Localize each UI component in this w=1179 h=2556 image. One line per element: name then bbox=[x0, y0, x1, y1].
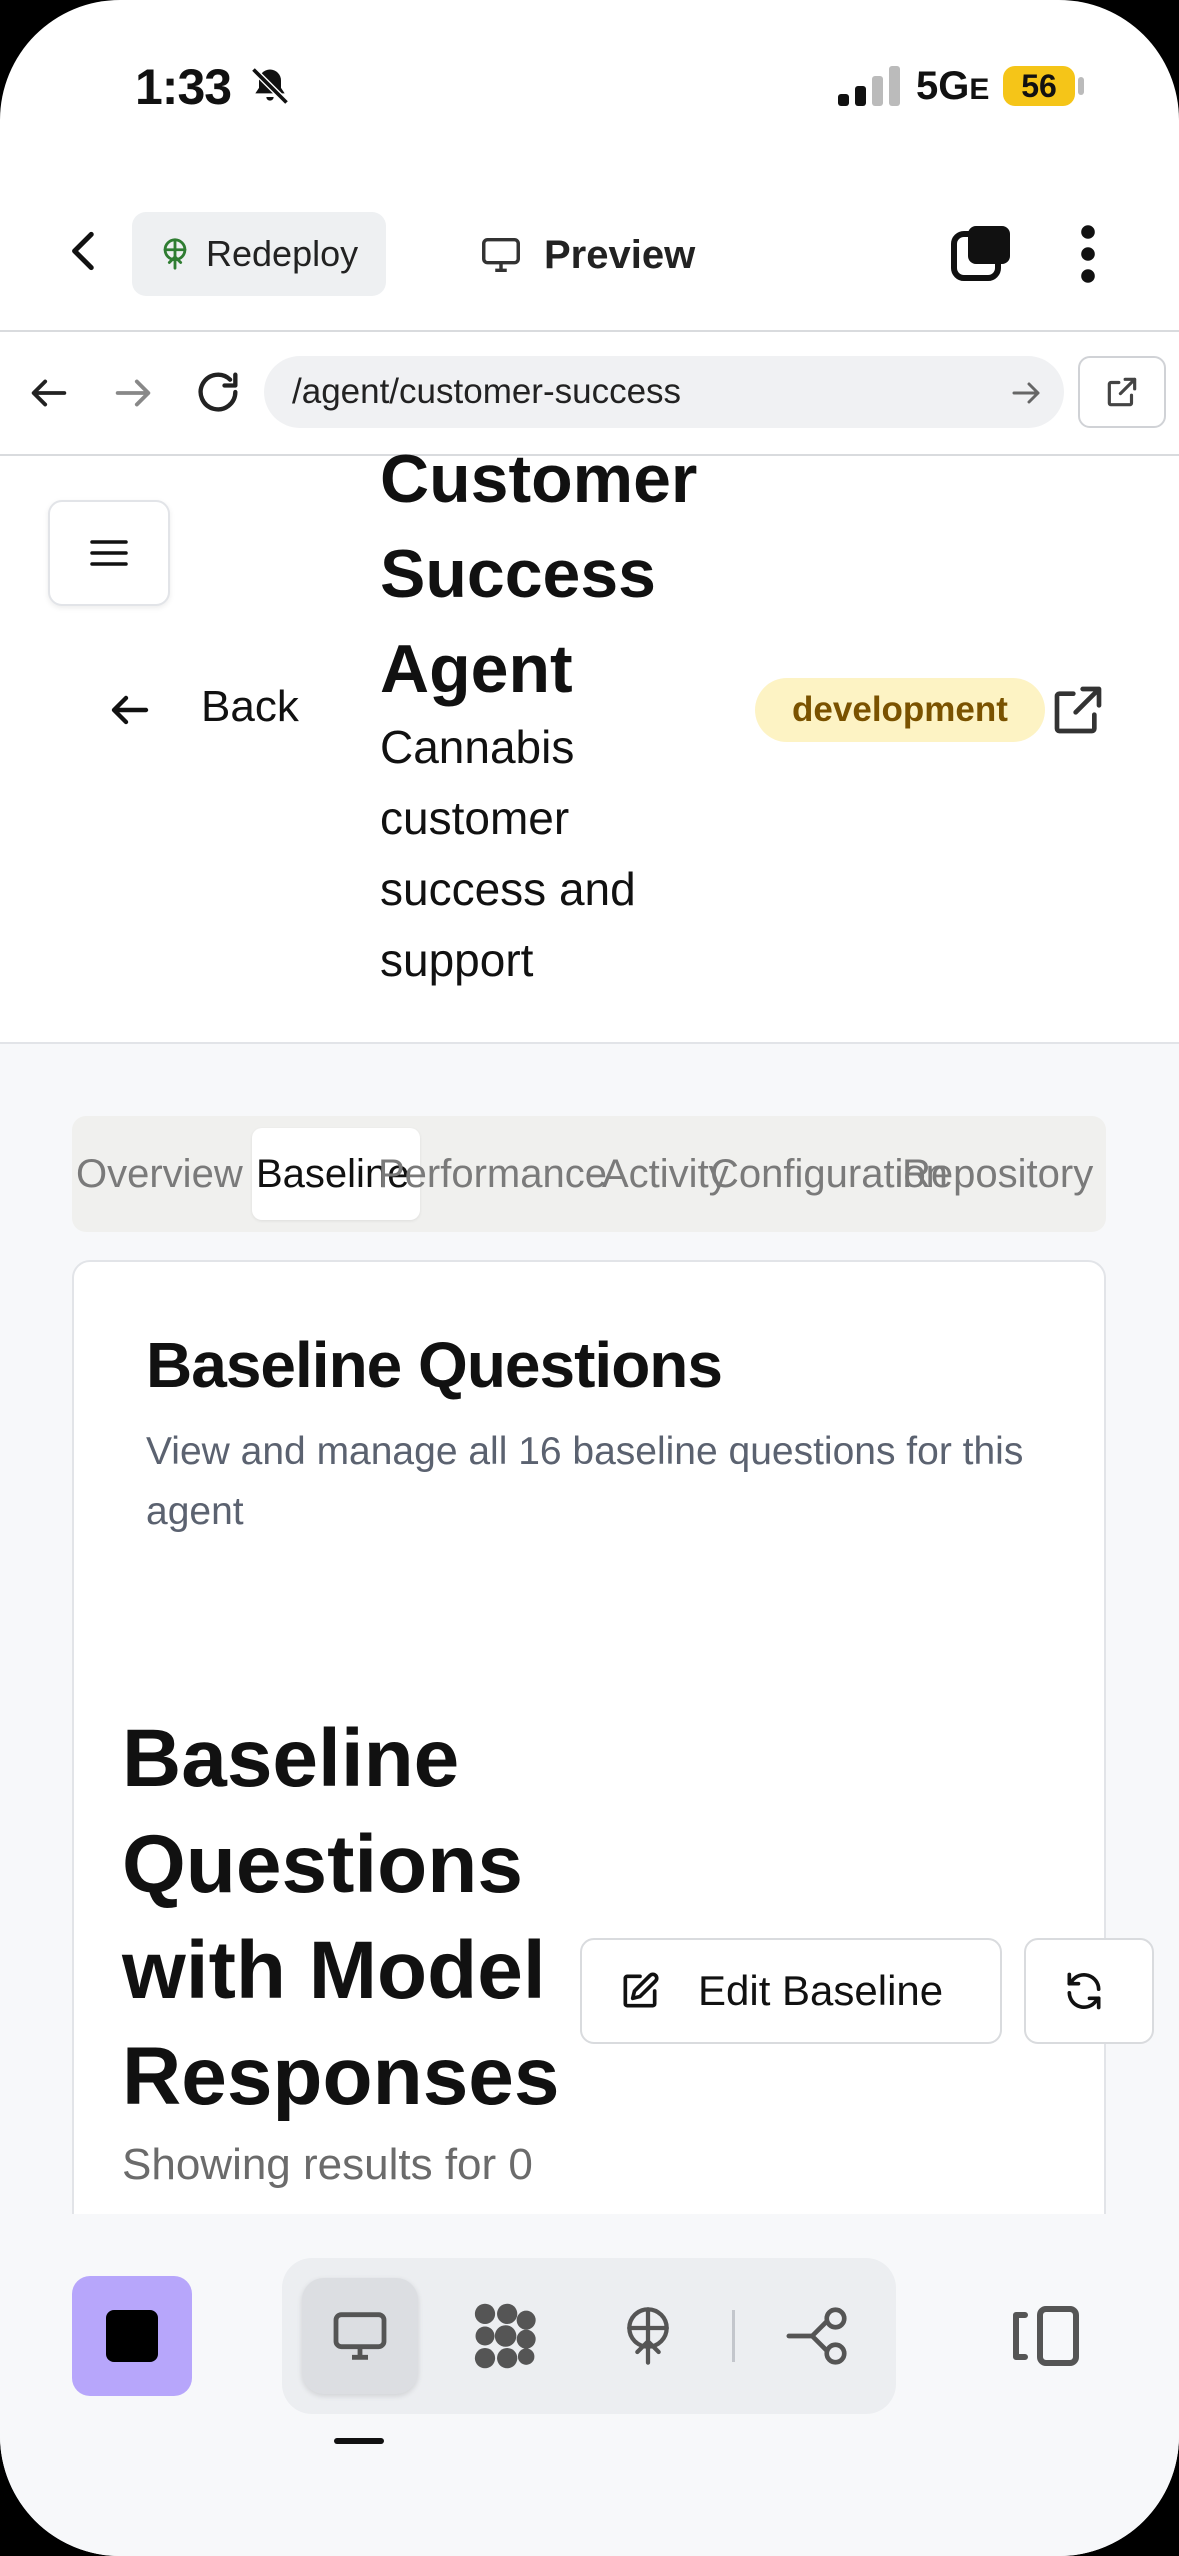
hamburger-icon bbox=[90, 540, 128, 566]
menu-button[interactable] bbox=[48, 500, 170, 606]
card-title: Baseline Questions bbox=[146, 1329, 723, 1401]
edit-baseline-label: Edit Baseline bbox=[698, 1967, 944, 2014]
more-vertical-icon[interactable] bbox=[1070, 222, 1106, 286]
url-text: /agent/customer-success bbox=[292, 372, 682, 411]
environment-badge: development bbox=[755, 678, 1045, 742]
stop-button[interactable] bbox=[72, 2276, 192, 2396]
molecule-icon bbox=[474, 2303, 536, 2369]
workflow-button[interactable] bbox=[760, 2278, 876, 2394]
tabs-switcher-icon[interactable] bbox=[950, 222, 1014, 286]
network-type: 5G bbox=[916, 64, 970, 108]
refresh-button[interactable] bbox=[1024, 1938, 1154, 2044]
card-description: View and manage all 16 baseline question… bbox=[146, 1430, 1024, 1533]
tab-repository[interactable]: Repository bbox=[902, 1116, 1093, 1232]
preview-button[interactable]: Preview bbox=[478, 220, 695, 290]
edit-icon bbox=[623, 1972, 659, 2008]
active-indicator bbox=[334, 2438, 384, 2444]
tab-overview[interactable]: Overview bbox=[76, 1116, 243, 1232]
panel-toggle-icon[interactable] bbox=[1004, 2300, 1088, 2372]
bell-muted-icon bbox=[251, 67, 289, 105]
phone-screen: 1:33 5GE 56 Redeploy Preview /agent/cust bbox=[0, 0, 1179, 2556]
external-link-icon[interactable] bbox=[1050, 682, 1106, 738]
redeploy-button[interactable]: Redeploy bbox=[132, 212, 386, 296]
toolbar-divider bbox=[732, 2310, 735, 2362]
stop-icon bbox=[106, 2310, 158, 2362]
monitor-icon bbox=[333, 2312, 387, 2360]
tab-bar: Overview Baseline Performance Activity C… bbox=[72, 1116, 1106, 1232]
arrow-right-icon[interactable] bbox=[110, 370, 156, 416]
status-time: 1:33 bbox=[135, 59, 232, 115]
battery-level: 56 bbox=[1003, 66, 1075, 106]
deploy-button[interactable] bbox=[590, 2278, 706, 2394]
url-field[interactable]: /agent/customer-success bbox=[264, 356, 1064, 428]
section-title: Baseline Questions with Model Responses bbox=[122, 1713, 560, 2122]
arrow-left-icon[interactable] bbox=[26, 370, 72, 416]
network-label: 5GE bbox=[916, 64, 989, 109]
preview-label: Preview bbox=[544, 232, 696, 277]
page-subtitle: Cannabis customer success and support bbox=[380, 721, 636, 986]
results-text: Showing results for 0 bbox=[122, 2140, 533, 2189]
edit-baseline-button[interactable]: Edit Baseline bbox=[580, 1938, 1002, 2044]
signal-icon bbox=[838, 66, 902, 106]
deploy-icon bbox=[627, 2307, 669, 2365]
open-in-browser-button[interactable] bbox=[1078, 356, 1166, 428]
reload-icon[interactable] bbox=[192, 366, 244, 418]
back-link[interactable]: Back bbox=[201, 682, 299, 732]
network-suffix: E bbox=[969, 73, 990, 106]
desktop-view-button[interactable] bbox=[302, 2278, 418, 2394]
monitor-icon bbox=[482, 237, 520, 273]
redeploy-icon bbox=[163, 238, 187, 270]
workflow-icon bbox=[786, 2307, 847, 2365]
page-title: Customer Success Agent bbox=[380, 441, 698, 707]
refresh-icon bbox=[1067, 1972, 1101, 2010]
tab-performance[interactable]: Performance bbox=[378, 1116, 607, 1232]
workspace-button[interactable] bbox=[446, 2278, 562, 2394]
chevron-left-icon[interactable] bbox=[60, 226, 110, 276]
battery-tip bbox=[1078, 77, 1084, 95]
external-link-icon bbox=[1107, 377, 1137, 407]
go-arrow-icon[interactable] bbox=[1008, 375, 1044, 411]
redeploy-label: Redeploy bbox=[206, 233, 359, 274]
back-arrow-icon[interactable] bbox=[106, 686, 154, 734]
